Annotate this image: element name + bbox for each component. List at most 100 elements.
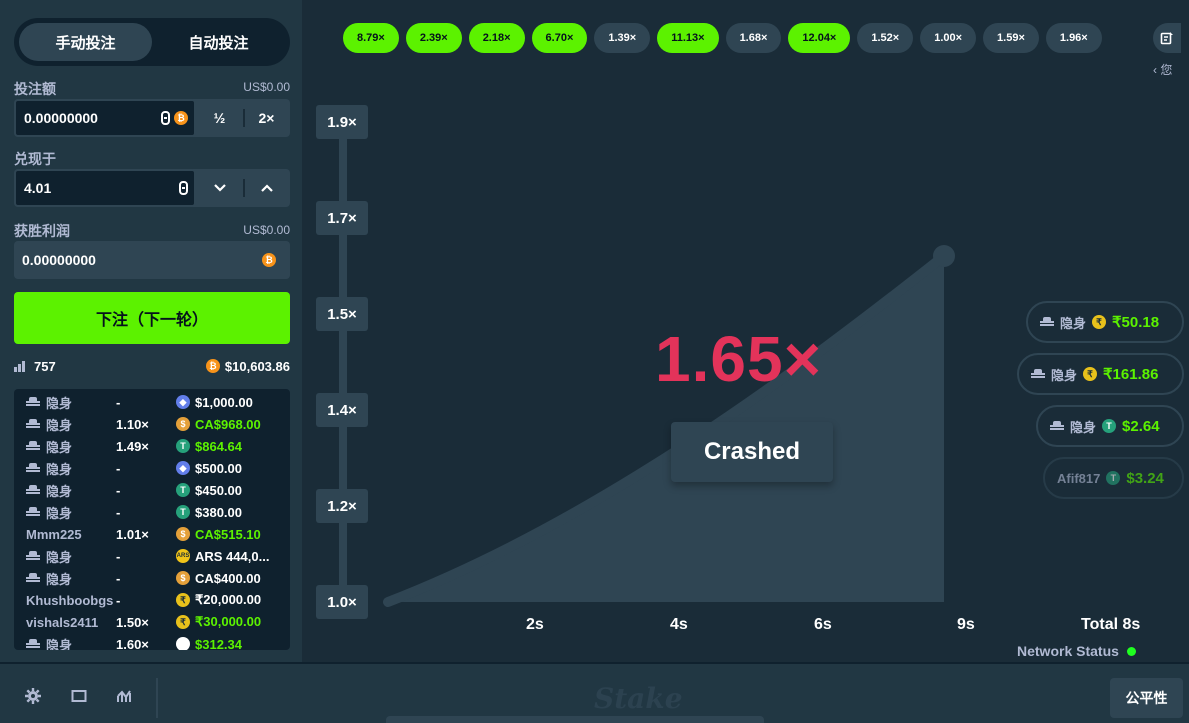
bet-user[interactable]: 隐身 <box>26 569 116 588</box>
cashout-value: 4.01 <box>24 180 52 196</box>
history-pill[interactable]: 1.00× <box>920 23 977 53</box>
history-pill[interactable]: 1.68× <box>725 23 782 53</box>
live-stats-icon[interactable] <box>117 688 133 704</box>
bet-user-name: 隐身 <box>46 461 73 477</box>
tab-manual-bet[interactable]: 手动投注 <box>19 23 152 61</box>
fairness-button[interactable]: 公平性 <box>1110 678 1183 718</box>
win-user: 隐身 <box>1051 367 1078 383</box>
bet-amount: $312.34 <box>176 637 242 650</box>
win-amount: $3.24 <box>1126 469 1164 487</box>
history-pill[interactable]: 1.59× <box>983 23 1039 53</box>
network-status: Network Status <box>1017 643 1136 659</box>
history-pill[interactable]: 11.13× <box>657 23 719 53</box>
bet-user[interactable]: Khushboobgs <box>26 593 116 608</box>
players-icon <box>14 361 25 372</box>
eth-coin-icon: ◆ <box>176 395 190 409</box>
tab-auto-bet[interactable]: 自动投注 <box>152 23 285 61</box>
history-pill[interactable]: 2.39× <box>405 23 462 53</box>
bet-user[interactable]: 隐身 <box>26 459 116 478</box>
bet-multiplier: - <box>116 592 121 608</box>
stake-logo: Stake <box>594 682 683 715</box>
history-pill[interactable]: 1.96× <box>1045 23 1102 53</box>
bet-row[interactable]: Mmm225 1.01× $ CA$515.10 <box>26 523 290 545</box>
bet-row[interactable]: 隐身 - T $380.00 <box>26 501 290 523</box>
win-pill[interactable]: 隐身 ₹ ₹161.86 <box>1017 353 1184 395</box>
settings-gear-icon[interactable] <box>25 688 41 704</box>
bet-row[interactable]: 隐身 1.10× $ CA$968.00 <box>26 413 290 435</box>
y-tick-label: 1.7× <box>316 201 368 235</box>
cashout-decrease-button[interactable] <box>196 169 243 207</box>
bet-amount: ◆ $500.00 <box>176 461 242 476</box>
bet-row[interactable]: 隐身 1.60× $312.34 <box>26 633 290 650</box>
bet-amount-usd: US$0.00 <box>243 80 290 94</box>
bet-user[interactable]: 隐身 <box>26 437 116 456</box>
bet-user-name: Mmm225 <box>26 526 82 542</box>
bet-user[interactable]: vishals2411 <box>26 615 116 630</box>
eth-coin-icon: ◆ <box>176 461 190 475</box>
chevron-up-icon <box>260 184 273 192</box>
place-bet-button[interactable]: 下注（下一轮） <box>14 292 290 344</box>
bet-amount-value: ₹30,000.00 <box>195 614 262 629</box>
bet-user[interactable]: 隐身 <box>26 393 116 412</box>
cashout-increase-button[interactable] <box>243 169 290 207</box>
bet-user[interactable]: 隐身 <box>26 481 116 500</box>
bet-amount: ₹ ₹20,000.00 <box>176 592 261 608</box>
bet-row[interactable]: 隐身 - ◆ $500.00 <box>26 457 290 479</box>
history-pill[interactable]: 12.04× <box>788 23 851 53</box>
history-pill[interactable]: 1.52× <box>857 23 914 53</box>
theatre-mode-icon[interactable] <box>71 688 87 704</box>
bet-row[interactable]: vishals2411 1.50× ₹ ₹30,000.00 <box>26 611 290 633</box>
bet-user-name: 隐身 <box>46 637 73 651</box>
crashed-banner: Crashed <box>671 422 833 482</box>
bet-multiplier: 1.50× <box>116 614 149 630</box>
total-time-label: Total 8s <box>1081 616 1141 633</box>
network-status-label: Network Status <box>1017 643 1119 659</box>
win-user: Afif817 <box>1057 470 1101 486</box>
x-tick-label: 4s <box>670 616 688 633</box>
bet-row[interactable]: 隐身 - $ CA$400.00 <box>26 567 290 589</box>
history-pill[interactable]: 1.39× <box>594 23 651 53</box>
stepper-icon <box>179 181 188 195</box>
usdt-coin-icon: T <box>1102 419 1117 433</box>
double-bet-button[interactable]: 2× <box>243 99 290 137</box>
bet-amount-value: CA$400.00 <box>195 570 261 586</box>
bet-row[interactable]: 隐身 1.49× T $864.64 <box>26 435 290 457</box>
win-pill[interactable]: Afif817 T $3.24 <box>1043 457 1184 499</box>
hidden-user-icon <box>26 463 40 473</box>
bet-user-name: 隐身 <box>46 483 73 499</box>
bet-multiplier: - <box>116 394 121 410</box>
bet-row[interactable]: 隐身 - T $450.00 <box>26 479 290 501</box>
you-filter-link[interactable]: ‹ 您 <box>1153 61 1172 78</box>
live-bets-list[interactable]: 隐身 - ◆ $1,000.00 隐身 1.10× $ CA$968.00 隐身 1.49× T $8… <box>14 389 290 650</box>
history-icon <box>1160 32 1173 45</box>
history-pill[interactable]: 6.70× <box>531 23 588 53</box>
history-toggle-button[interactable] <box>1153 23 1181 53</box>
win-pill[interactable]: 隐身 ₹ ₹50.18 <box>1026 301 1184 343</box>
scroll-handle[interactable] <box>386 716 764 723</box>
bet-user[interactable]: 隐身 <box>26 547 116 566</box>
usdt-coin-icon: T <box>176 505 190 519</box>
bet-row[interactable]: 隐身 - ◆ $1,000.00 <box>26 391 290 413</box>
total-wagered: $10,603.86 <box>224 358 290 374</box>
bet-amount-value: ARS 444,0... <box>195 548 270 564</box>
bet-user-name: 隐身 <box>46 549 73 565</box>
bet-user[interactable]: 隐身 <box>26 635 116 651</box>
inr-coin-icon: ₹ <box>176 615 190 629</box>
bet-row[interactable]: 隐身 - ARS ARS 444,0... <box>26 545 290 567</box>
player-count: 757 <box>34 358 56 374</box>
half-bet-button[interactable]: ½ <box>196 99 243 137</box>
bet-user[interactable]: Mmm225 <box>26 527 116 542</box>
bet-multiplier: 1.10× <box>116 416 149 432</box>
x-tick-label: 2s <box>526 616 544 633</box>
win-pill[interactable]: 隐身 T $2.64 <box>1036 405 1184 447</box>
history-pill[interactable]: 8.79× <box>343 23 399 53</box>
btc-coin-icon: ₿ <box>174 111 188 125</box>
bet-amount-input[interactable]: 0.00000000 ₿ <box>14 99 196 137</box>
bet-user[interactable]: 隐身 <box>26 503 116 522</box>
history-pill[interactable]: 2.18× <box>468 23 525 53</box>
crash-curve-line <box>383 251 949 607</box>
cashout-input[interactable]: 4.01 <box>14 169 196 207</box>
bet-row[interactable]: Khushboobgs - ₹ ₹20,000.00 <box>26 589 290 611</box>
bet-user[interactable]: 隐身 <box>26 415 116 434</box>
bet-amount-value: $500.00 <box>195 460 242 476</box>
